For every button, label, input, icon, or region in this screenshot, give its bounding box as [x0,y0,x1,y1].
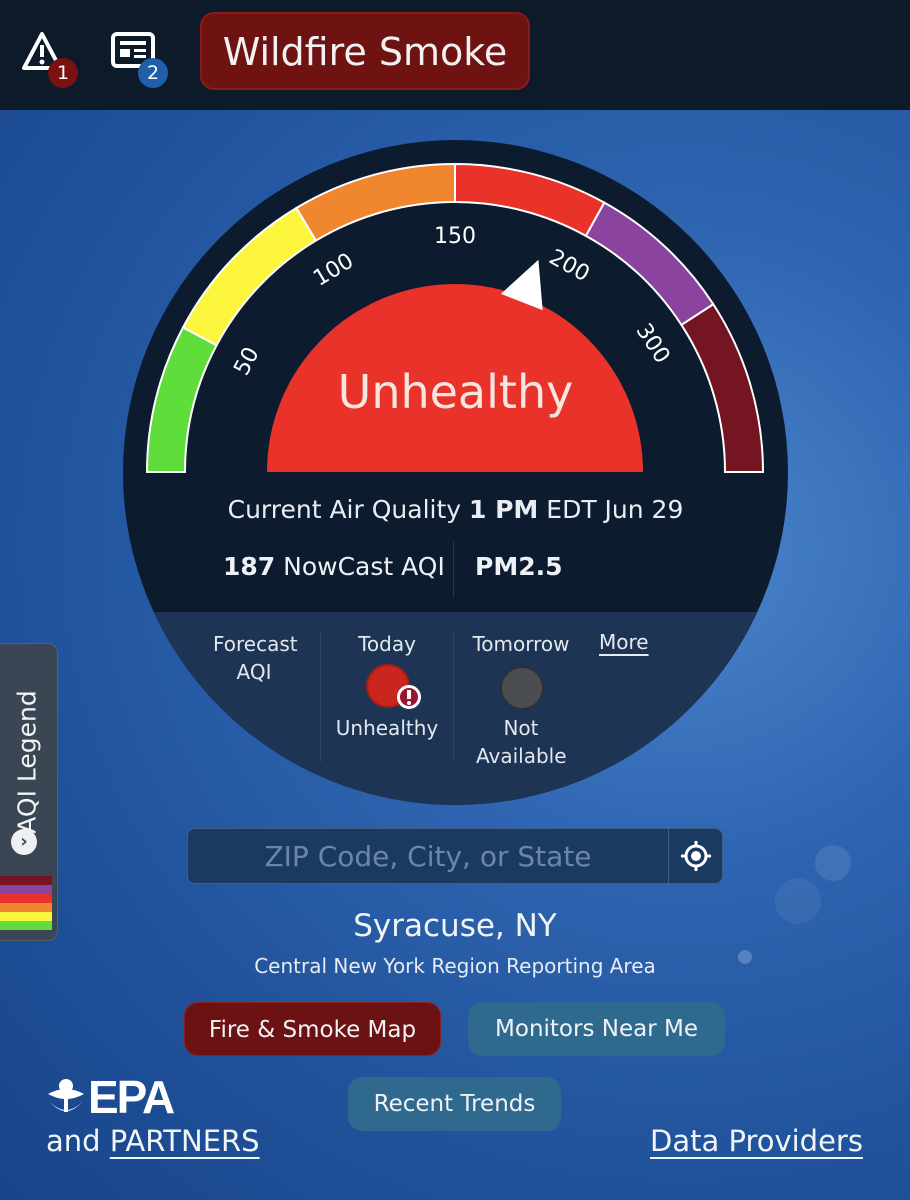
gauge-segment [584,201,715,327]
epa-wordmark: EPA [88,1071,175,1123]
gauge-segment [181,206,318,347]
gauge-tick-label: 150 [434,224,476,249]
forecast-panel: Forecast AQI Today Unhealthy Tomorrow No… [123,612,788,805]
crosshair-icon [681,841,711,871]
forecast-today[interactable]: Today Unhealthy [328,630,446,742]
aqi-legend-label: AQI Legend [12,690,42,834]
location-search [187,828,723,884]
gauge-segment [454,162,606,238]
notices-button[interactable]: 2 [110,30,168,88]
alerts-button[interactable]: 1 [20,30,78,88]
forecast-aqi-label: Forecast AQI [213,632,298,684]
aqi-dial: 50 100 150 200 300 Unhealthy Current Air Qua… [123,140,788,805]
nowcast-aqi: 187 NowCast AQI [223,552,445,581]
gauge-tick-label: 200 [545,245,594,287]
epa-flower-icon [48,1079,84,1112]
data-providers-link[interactable]: Data Providers [650,1124,863,1158]
nowcast-aqi-label: NowCast AQI [283,552,445,581]
alert-icon [397,685,421,709]
today-indicator [328,658,446,714]
nowcast-divider [453,542,454,598]
tomorrow-status-dot [500,666,544,710]
location-search-input[interactable] [188,829,668,883]
aqi-category-label: Unhealthy [337,365,574,419]
alerts-count-badge: 1 [48,58,78,88]
forecast-more-link[interactable]: More [599,630,649,654]
today-label: Today [358,632,416,656]
aqi-legend-tab[interactable]: AQI Legend › [0,643,58,941]
gauge-segment [294,162,456,242]
use-my-location-button[interactable] [668,829,723,883]
city-name: Syracuse, NY [353,908,557,944]
forecast-tomorrow[interactable]: Tomorrow Not Available [461,630,581,770]
forecast-divider [453,632,454,762]
pollutant-label: PM2.5 [475,552,563,581]
nowcast-aqi-value: 187 [223,552,276,581]
current-prefix: Current Air Quality [227,495,462,524]
tomorrow-status: Not Available [476,716,567,768]
recent-trends-button[interactable]: Recent Trends [348,1077,561,1131]
and-label: and [46,1124,101,1158]
today-status: Unhealthy [335,716,439,740]
current-time: 1 PM [469,495,539,524]
background-bokeh [815,845,851,881]
and-partners: and PARTNERS [46,1124,260,1158]
top-bar: 1 2 Wildfire Smoke [0,0,910,110]
gauge-tick-label: 300 [631,319,675,368]
fire-smoke-map-button[interactable]: Fire & Smoke Map [184,1002,441,1056]
chevron-right-icon: › [11,829,37,855]
tomorrow-indicator [461,658,581,714]
forecast-divider [320,632,321,762]
nowcast-row: 187 NowCast AQI PM2.5 [123,540,788,600]
gauge-tick-label: 100 [309,249,358,292]
tomorrow-label: Tomorrow [472,632,570,656]
wildfire-smoke-button[interactable]: Wildfire Smoke [200,12,530,90]
current-tz-date: EDT Jun 29 [546,495,684,524]
partners-link[interactable]: PARTNERS [110,1124,260,1158]
monitors-near-me-button[interactable]: Monitors Near Me [468,1002,725,1056]
notices-count-badge: 2 [138,58,168,88]
current-air-quality-line: Current Air Quality 1 PM EDT Jun 29 [123,495,788,524]
reporting-area: Central New York Region Reporting Area [254,954,656,978]
